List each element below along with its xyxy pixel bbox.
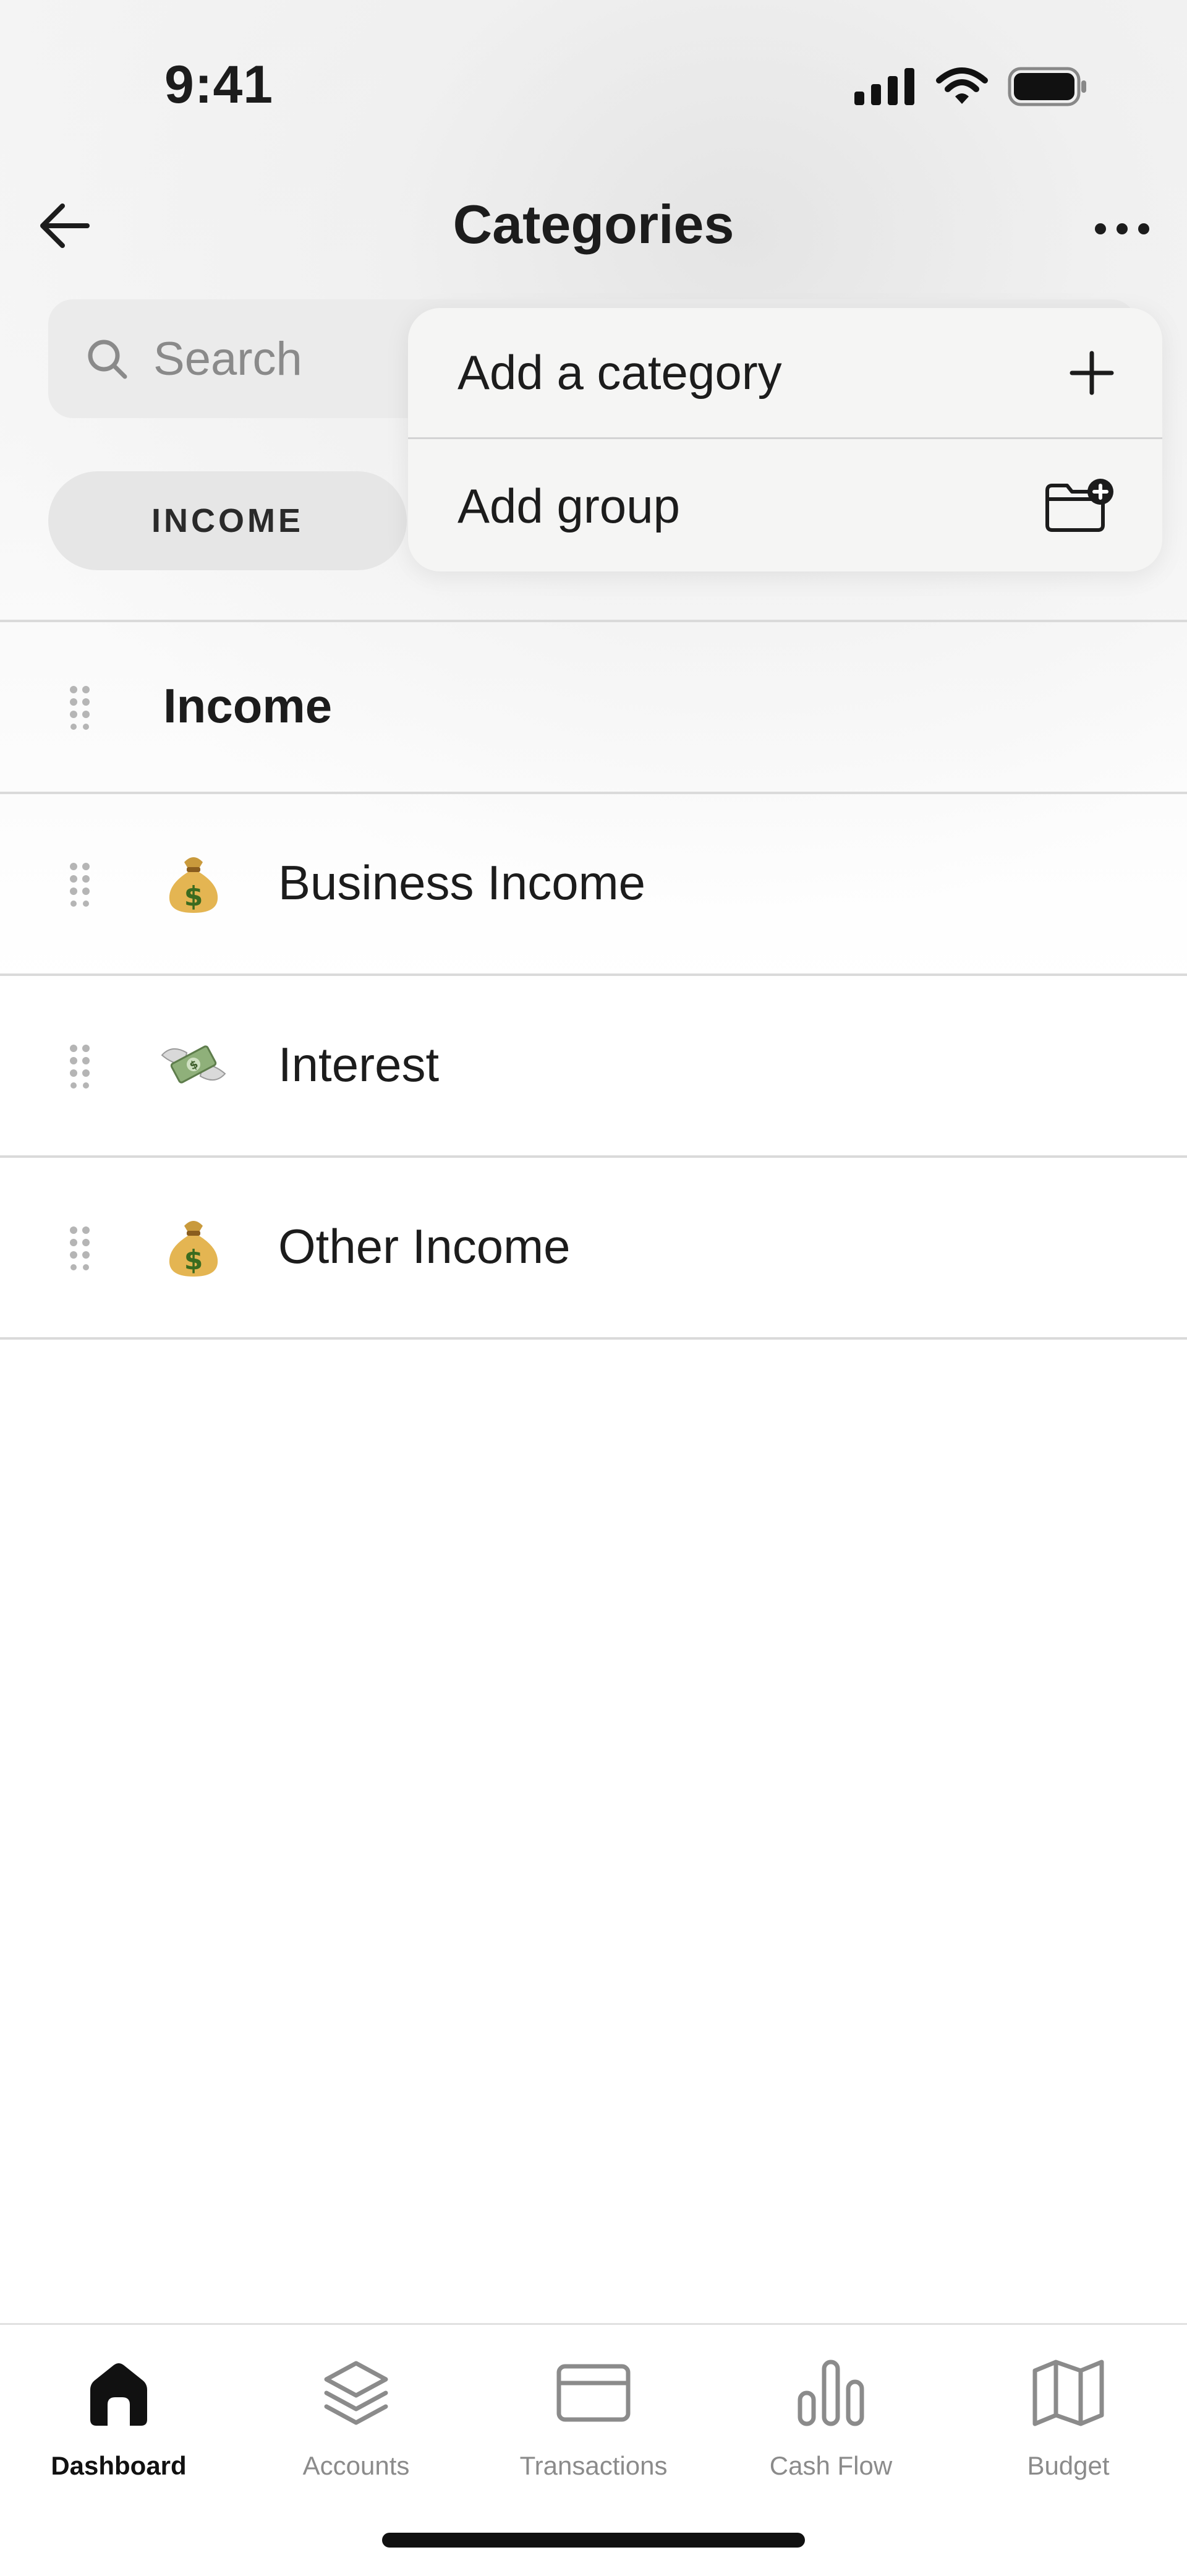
tab-accounts[interactable]: Accounts xyxy=(237,2325,475,2510)
tab-label: Accounts xyxy=(302,2451,410,2480)
tab-label: Budget xyxy=(1027,2451,1110,2480)
drag-handle-icon[interactable] xyxy=(69,1226,90,1270)
money-with-wings-icon: $ xyxy=(161,1045,226,1084)
folder-plus-icon xyxy=(1045,479,1113,532)
wifi-icon xyxy=(936,67,988,104)
svg-text:$: $ xyxy=(184,881,203,912)
list-item[interactable]: $ Business Income xyxy=(0,794,1187,973)
bar-chart-icon xyxy=(798,2360,864,2426)
tab-cash-flow[interactable]: Cash Flow xyxy=(712,2325,950,2510)
status-icons xyxy=(854,67,1088,106)
drag-handle-icon[interactable] xyxy=(69,862,90,907)
status-time: 9:41 xyxy=(164,55,274,114)
list-item[interactable]: $ Other Income xyxy=(0,1158,1187,1337)
svg-text:$: $ xyxy=(184,1244,203,1276)
page-title: Categories xyxy=(453,194,734,255)
signal-icon xyxy=(854,68,914,105)
add-group-menu-item[interactable]: Add group xyxy=(408,440,1162,571)
divider xyxy=(0,1337,1187,1340)
tab-income[interactable]: INCOME xyxy=(48,471,407,570)
menu-item-label: Add a category xyxy=(457,345,782,400)
layers-icon xyxy=(324,2361,388,2425)
home-icon xyxy=(90,2363,147,2426)
search-placeholder: Search xyxy=(153,332,302,385)
tab-label: Dashboard xyxy=(51,2451,187,2480)
tab-label: Transactions xyxy=(519,2451,668,2480)
tab-transactions[interactable]: Transactions xyxy=(475,2325,712,2510)
tab-dashboard[interactable]: Dashboard xyxy=(0,2325,237,2510)
list-item-label: Business Income xyxy=(278,855,645,910)
options-menu: Add a category Add group xyxy=(408,308,1162,571)
map-icon xyxy=(1032,2360,1104,2426)
group-header-row[interactable]: Income xyxy=(0,622,1187,793)
drag-handle-icon[interactable] xyxy=(69,1044,90,1089)
battery-icon xyxy=(1008,67,1086,106)
tab-label: Cash Flow xyxy=(769,2451,893,2480)
tab-budget[interactable]: Budget xyxy=(950,2325,1187,2510)
more-options-button[interactable] xyxy=(1088,198,1156,260)
menu-item-label: Add group xyxy=(457,478,680,533)
list-item-label: Other Income xyxy=(278,1219,571,1273)
add-category-menu-item[interactable]: Add a category xyxy=(408,308,1162,439)
money-bag-icon: $ xyxy=(169,857,218,913)
list-item[interactable]: $ Interest xyxy=(0,976,1187,1155)
card-icon xyxy=(556,2364,631,2422)
ellipsis-icon xyxy=(1095,223,1149,234)
list-item-label: Interest xyxy=(278,1037,440,1092)
plus-icon xyxy=(1070,351,1114,395)
money-bag-icon: $ xyxy=(169,1221,218,1277)
drag-handle-icon[interactable] xyxy=(69,685,90,730)
search-icon xyxy=(88,340,127,379)
home-indicator xyxy=(382,2533,805,2548)
group-header-label: Income xyxy=(163,678,333,733)
